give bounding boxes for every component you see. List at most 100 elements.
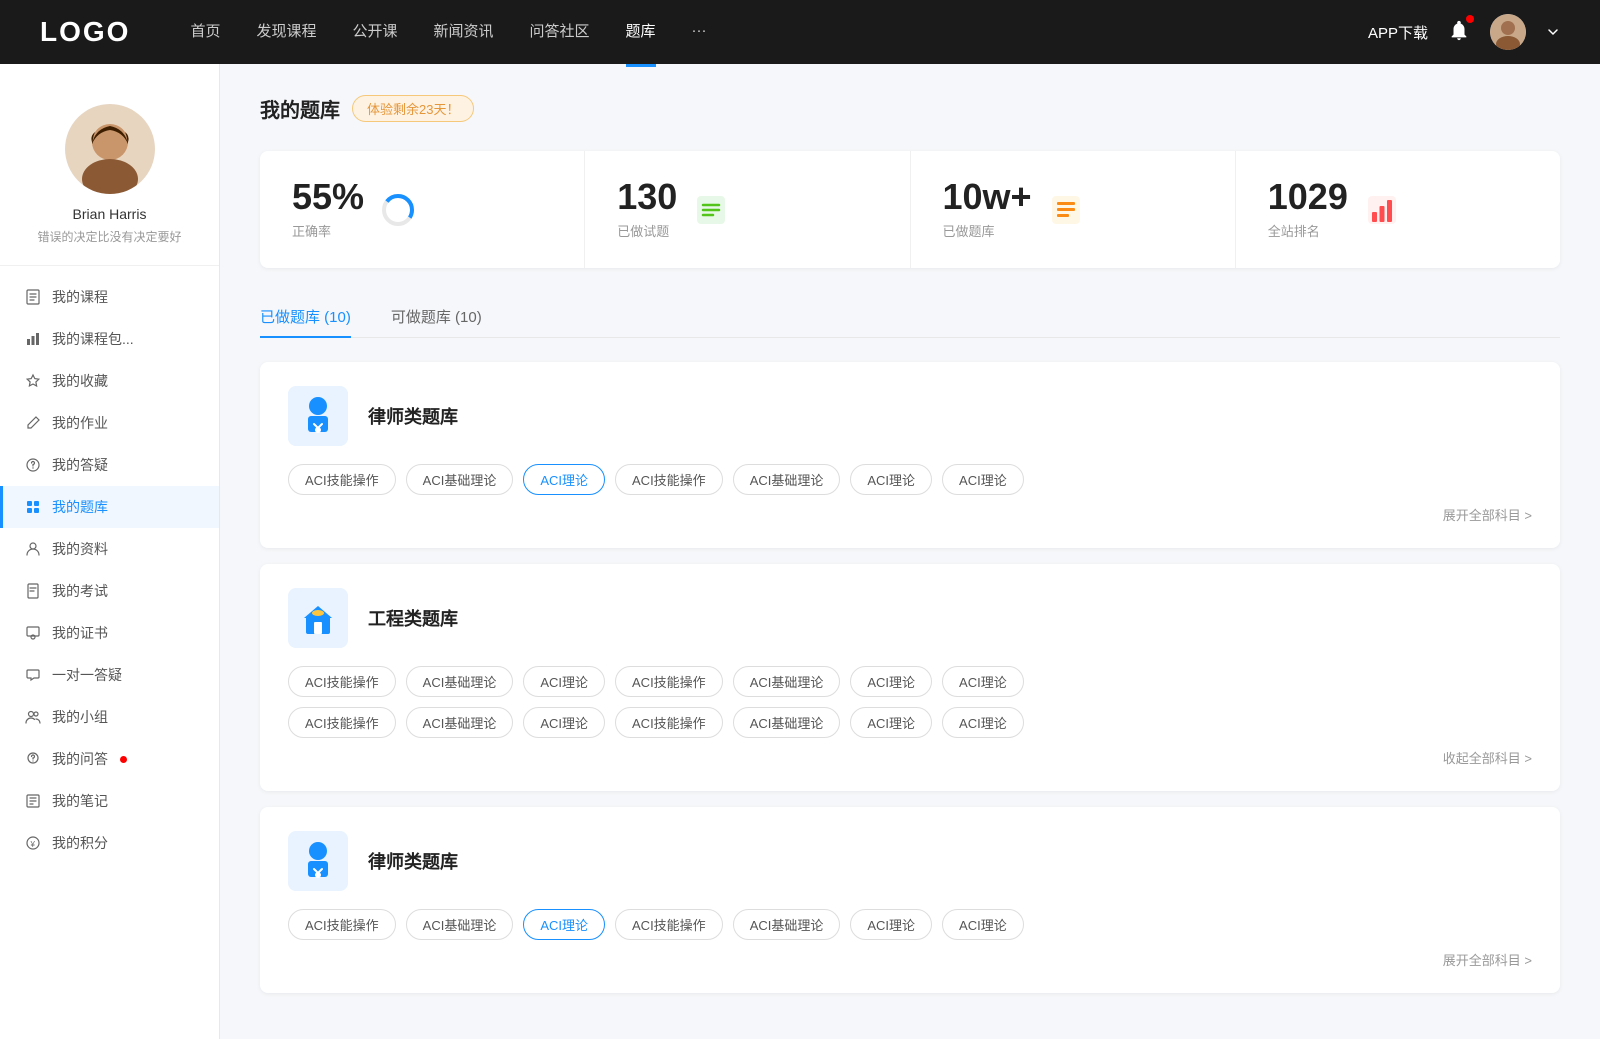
- profile-motto: 错误的决定比没有决定要好: [37, 228, 181, 245]
- tag-1-3[interactable]: ACI技能操作: [615, 666, 723, 697]
- nav-qa[interactable]: 问答社区: [530, 20, 590, 45]
- notification-badge: [1466, 15, 1474, 23]
- sidebar-menu: 我的课程 我的课程包... 我的收藏: [0, 276, 219, 864]
- coin-icon: ¥: [24, 834, 42, 852]
- qa-dot: [120, 756, 127, 763]
- tag-1-12[interactable]: ACI理论: [850, 707, 932, 738]
- tag-0-6[interactable]: ACI理论: [942, 464, 1024, 495]
- stats-row: 55% 正确率 130 已做试题: [260, 151, 1560, 268]
- tag-1-8[interactable]: ACI基础理论: [406, 707, 514, 738]
- sidebar-item-question-bank-label: 我的题库: [52, 497, 108, 517]
- navbar-right: APP下载: [1368, 14, 1560, 50]
- bank-card-2-tags: ACI技能操作 ACI基础理论 ACI理论 ACI技能操作 ACI基础理论 AC…: [288, 909, 1532, 940]
- bank-card-2-expand[interactable]: 展开全部科目 >: [288, 950, 1532, 969]
- user-avatar[interactable]: [1490, 14, 1526, 50]
- qa-icon: [24, 750, 42, 768]
- main-content: 我的题库 体验剩余23天！ 55% 正确率: [220, 64, 1600, 1039]
- tag-0-1[interactable]: ACI基础理论: [406, 464, 514, 495]
- list-icon: [693, 192, 729, 228]
- tag-0-3[interactable]: ACI技能操作: [615, 464, 723, 495]
- tag-2-3[interactable]: ACI技能操作: [615, 909, 723, 940]
- tag-1-11[interactable]: ACI基础理论: [733, 707, 841, 738]
- stat-done-banks-info: 10w+ 已做题库: [943, 179, 1032, 240]
- sidebar-item-questions[interactable]: 我的答疑: [0, 444, 219, 486]
- question-icon: [24, 456, 42, 474]
- stat-accuracy-value: 55%: [292, 179, 364, 215]
- sidebar-item-favorites-label: 我的收藏: [52, 371, 108, 391]
- notification-bell[interactable]: [1448, 19, 1470, 45]
- stat-done-questions-info: 130 已做试题: [617, 179, 677, 240]
- nav-news[interactable]: 新闻资讯: [434, 20, 494, 45]
- tag-1-5[interactable]: ACI理论: [850, 666, 932, 697]
- bar-chart-icon: [1364, 192, 1400, 228]
- sidebar-item-qa[interactable]: 我的问答: [0, 738, 219, 780]
- sidebar-item-question-bank[interactable]: 我的题库: [0, 486, 219, 528]
- sidebar-item-one-on-one[interactable]: 一对一答疑: [0, 654, 219, 696]
- nav-more[interactable]: ···: [692, 22, 707, 43]
- nav-discover[interactable]: 发现课程: [256, 20, 316, 45]
- tag-1-10[interactable]: ACI技能操作: [615, 707, 723, 738]
- tab-available[interactable]: 可做题库 (10): [391, 296, 482, 337]
- tabs-row: 已做题库 (10) 可做题库 (10): [260, 296, 1560, 338]
- sidebar-item-exam[interactable]: 我的考试: [0, 570, 219, 612]
- profile-avatar: [65, 104, 155, 194]
- tag-2-1[interactable]: ACI基础理论: [406, 909, 514, 940]
- bank-card-0-tags: ACI技能操作 ACI基础理论 ACI理论 ACI技能操作 ACI基础理论 AC…: [288, 464, 1532, 495]
- sidebar-item-homework[interactable]: 我的作业: [0, 402, 219, 444]
- tag-1-13[interactable]: ACI理论: [942, 707, 1024, 738]
- tag-1-2[interactable]: ACI理论: [523, 666, 605, 697]
- engineer-icon: [288, 588, 348, 648]
- tag-1-6[interactable]: ACI理论: [942, 666, 1024, 697]
- bank-card-1-name: 工程类题库: [368, 605, 458, 631]
- tag-2-0[interactable]: ACI技能操作: [288, 909, 396, 940]
- tab-done[interactable]: 已做题库 (10): [260, 296, 351, 337]
- page-header: 我的题库 体验剩余23天！: [260, 94, 1560, 123]
- sidebar-item-group[interactable]: 我的小组: [0, 696, 219, 738]
- nav-links: 首页 发现课程 公开课 新闻资讯 问答社区 题库 ···: [190, 20, 1368, 45]
- tag-1-7[interactable]: ACI技能操作: [288, 707, 396, 738]
- pie-chart-icon: [380, 192, 416, 228]
- sidebar-item-points[interactable]: ¥ 我的积分: [0, 822, 219, 864]
- sidebar-item-course-packages[interactable]: 我的课程包...: [0, 318, 219, 360]
- tag-1-1[interactable]: ACI基础理论: [406, 666, 514, 697]
- sidebar-item-notes-label: 我的笔记: [52, 791, 108, 811]
- nav-home[interactable]: 首页: [190, 20, 220, 45]
- tag-1-0[interactable]: ACI技能操作: [288, 666, 396, 697]
- tag-0-2[interactable]: ACI理论: [523, 464, 605, 495]
- sidebar-item-certificate-label: 我的证书: [52, 623, 108, 643]
- sidebar-item-exam-label: 我的考试: [52, 581, 108, 601]
- bank-card-1-expand[interactable]: 收起全部科目 >: [288, 748, 1532, 767]
- document-icon: [24, 288, 42, 306]
- tag-0-0[interactable]: ACI技能操作: [288, 464, 396, 495]
- sidebar-item-certificate[interactable]: 我的证书: [0, 612, 219, 654]
- bank-card-2-header: 律师类题库: [288, 831, 1532, 891]
- bank-card-1: 工程类题库 ACI技能操作 ACI基础理论 ACI理论 ACI技能操作 ACI基…: [260, 564, 1560, 791]
- page-title: 我的题库: [260, 94, 340, 123]
- tag-2-2[interactable]: ACI理论: [523, 909, 605, 940]
- tag-2-6[interactable]: ACI理论: [942, 909, 1024, 940]
- sidebar-item-favorites[interactable]: 我的收藏: [0, 360, 219, 402]
- tag-0-4[interactable]: ACI基础理论: [733, 464, 841, 495]
- sidebar-item-homework-label: 我的作业: [52, 413, 108, 433]
- tag-1-4[interactable]: ACI基础理论: [733, 666, 841, 697]
- tag-0-5[interactable]: ACI理论: [850, 464, 932, 495]
- bank-card-0-expand[interactable]: 展开全部科目 >: [288, 505, 1532, 524]
- lawyer-icon-2: [288, 831, 348, 891]
- tag-1-9[interactable]: ACI理论: [523, 707, 605, 738]
- nav-open-course[interactable]: 公开课: [352, 20, 397, 45]
- sidebar-item-profile[interactable]: 我的资料: [0, 528, 219, 570]
- bank-card-0-header: 律师类题库: [288, 386, 1532, 446]
- navbar: LOGO 首页 发现课程 公开课 新闻资讯 问答社区 题库 ··· APP下载: [0, 0, 1600, 64]
- user-dropdown-icon[interactable]: [1546, 25, 1560, 39]
- stat-rank-value: 1029: [1268, 179, 1348, 215]
- tag-2-4[interactable]: ACI基础理论: [733, 909, 841, 940]
- stat-accuracy-label: 正确率: [292, 221, 364, 240]
- sidebar-item-courses-label: 我的课程: [52, 287, 108, 307]
- app-download-button[interactable]: APP下载: [1368, 22, 1428, 43]
- tag-2-5[interactable]: ACI理论: [850, 909, 932, 940]
- sidebar-item-notes[interactable]: 我的笔记: [0, 780, 219, 822]
- nav-question-bank[interactable]: 题库: [626, 20, 656, 45]
- stat-rank-info: 1029 全站排名: [1268, 179, 1348, 240]
- logo: LOGO: [40, 16, 130, 48]
- sidebar-item-courses[interactable]: 我的课程: [0, 276, 219, 318]
